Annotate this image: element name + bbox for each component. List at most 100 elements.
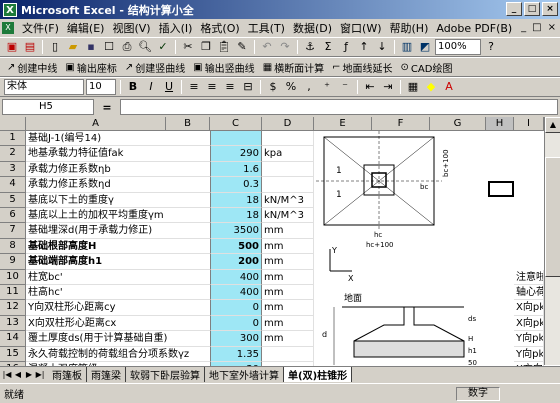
select-all-corner[interactable] [0, 117, 26, 131]
cell-d-unit[interactable] [262, 131, 314, 147]
cell-c-value[interactable]: 290 [210, 146, 262, 162]
chart-wizard-icon[interactable]: ▥ [399, 39, 415, 55]
cell-i-note[interactable]: 注意啦 [514, 269, 544, 285]
cell-c-value[interactable]: 1.35 [210, 346, 262, 362]
col-header-b[interactable]: B [166, 117, 210, 131]
cell-a[interactable]: 基底以下土的重度γ [26, 193, 210, 208]
col-header-i[interactable]: I [514, 117, 544, 131]
italic-button[interactable]: I [143, 79, 159, 95]
cell-d-unit[interactable]: mm [262, 285, 314, 301]
fill-color-icon[interactable]: ◆ [423, 79, 439, 95]
paste-icon[interactable]: 📋︎ [216, 39, 232, 55]
cross-section-button[interactable]: ▦ 横断面计算 [260, 60, 327, 75]
prev-sheet-icon[interactable]: ◀ [13, 370, 23, 379]
cell-a[interactable]: 基础埋深d(用于承载力修正) [26, 223, 210, 239]
undo-icon[interactable]: ↶ [259, 39, 275, 55]
cell-a[interactable]: 基础根部高度H [26, 239, 210, 255]
cell-d-unit[interactable] [262, 346, 314, 362]
create-centerline-button[interactable]: ↗ 创建中线 [4, 60, 60, 75]
cell-i-note[interactable]: Y向pkm [514, 331, 544, 347]
row-header[interactable]: 8 [0, 238, 26, 255]
cell-c-value[interactable] [210, 131, 262, 147]
cell-d-unit[interactable]: kN/M^3 [262, 208, 314, 224]
decrease-decimal-icon[interactable]: ⁻ [337, 79, 353, 95]
cell-d-unit[interactable]: mm [262, 315, 314, 332]
col-header-d[interactable]: D [262, 117, 314, 131]
worksheet-grid[interactable]: A B C D E F G H I 1 基础J-1(编号14) 2 地基承载力特征值f… [0, 117, 560, 372]
font-select[interactable]: 宋体 [4, 79, 84, 95]
vertical-scrollbar[interactable]: ▲ [544, 117, 560, 365]
sort-ascending-icon[interactable]: ↑ [356, 39, 372, 55]
menu-insert[interactable]: 插入(I) [159, 20, 193, 36]
next-sheet-icon[interactable]: ▶ [24, 370, 34, 379]
cell-a[interactable]: 永久荷载控制的荷载组合分项系数γz [26, 347, 210, 362]
menu-view[interactable]: 视图(V) [112, 20, 150, 36]
scroll-up-icon[interactable]: ▲ [545, 117, 560, 133]
formula-input[interactable] [120, 99, 558, 115]
document-icon[interactable]: X [2, 22, 14, 34]
row-header[interactable]: 12 [0, 300, 26, 316]
sheet-tab-canopy-slab[interactable]: 雨篷板 [48, 367, 87, 382]
pdf-email-icon[interactable]: ▤ [22, 39, 38, 55]
redo-icon[interactable]: ↷ [277, 39, 293, 55]
menu-adobe-pdf[interactable]: Adobe PDF(B) [436, 22, 512, 35]
cell-d-unit[interactable]: mm [262, 269, 314, 285]
row-header[interactable]: 15 [0, 346, 26, 362]
cell-d-unit[interactable] [262, 161, 314, 178]
row-header[interactable]: 1 [0, 131, 26, 147]
row-header[interactable]: 10 [0, 269, 26, 285]
bold-button[interactable]: B [125, 79, 141, 95]
cell-d-unit[interactable]: mm [262, 254, 314, 270]
cell-a[interactable]: 承载力修正系数ηb [26, 162, 210, 178]
col-header-h[interactable]: H [486, 117, 514, 131]
cell-d-unit[interactable]: mm [262, 331, 314, 347]
row-header[interactable]: 3 [0, 161, 26, 178]
row-header[interactable]: 6 [0, 208, 26, 224]
sheet-tab-canopy-beam[interactable]: 雨篷梁 [87, 367, 126, 382]
scroll-thumb[interactable] [545, 157, 560, 277]
cell-c-value[interactable]: 1.6 [210, 161, 262, 178]
align-left-icon[interactable]: ≡ [186, 79, 202, 95]
create-vcurve-button[interactable]: ↗ 创建竖曲线 [122, 60, 188, 75]
underline-button[interactable]: U [161, 79, 177, 95]
function-icon[interactable]: ƒ [338, 39, 354, 55]
permission-icon[interactable]: ☐ [101, 39, 117, 55]
cell-a[interactable]: 柱宽bc' [26, 270, 210, 285]
spelling-icon[interactable]: ✓ [155, 39, 171, 55]
format-painter-icon[interactable]: ✎ [234, 39, 250, 55]
align-right-icon[interactable]: ≡ [222, 79, 238, 95]
close-button[interactable]: × [542, 2, 558, 16]
last-sheet-icon[interactable]: ▶| [35, 370, 45, 379]
cell-c-value[interactable]: 0.3 [210, 177, 262, 193]
col-header-a[interactable]: A [26, 117, 166, 131]
borders-icon[interactable]: ▦ [405, 79, 421, 95]
minimize-button[interactable]: _ [506, 2, 522, 16]
cell-i-note[interactable]: X向pkm [514, 300, 544, 316]
sheet-tab-basement-wall[interactable]: 地下室外墙计算 [205, 367, 284, 382]
font-size-select[interactable]: 10 [86, 79, 116, 95]
row-header[interactable]: 13 [0, 315, 26, 332]
increase-indent-icon[interactable]: ⇥ [380, 79, 396, 95]
align-center-icon[interactable]: ≡ [204, 79, 220, 95]
col-header-f[interactable]: F [372, 117, 430, 131]
cell-a[interactable]: 地基承载力特征值fak [26, 146, 210, 162]
menu-tools[interactable]: 工具(T) [248, 20, 285, 36]
cell-a[interactable]: 覆土厚度ds(用于计算基础自重) [26, 331, 210, 347]
ground-line-button[interactable]: ⌐ 地面线延长 [329, 60, 395, 75]
menu-data[interactable]: 数据(D) [293, 20, 332, 36]
cell-a[interactable]: 基础端部高度h1 [26, 254, 210, 270]
sort-descending-icon[interactable]: ↓ [374, 39, 390, 55]
pdf-convert-icon[interactable]: ▣ [4, 39, 20, 55]
cell-d-unit[interactable]: mm [262, 223, 314, 239]
col-header-e[interactable]: E [314, 117, 372, 131]
cell-c-value[interactable]: 400 [210, 269, 262, 285]
row-header[interactable]: 2 [0, 146, 26, 162]
doc-minimize-button[interactable]: _ [521, 22, 526, 33]
menu-edit[interactable]: 编辑(E) [67, 20, 105, 36]
cell-c-value[interactable]: 0 [210, 315, 262, 332]
cell-i-note[interactable]: X向pkm [514, 315, 544, 332]
cell-i-note[interactable]: Y向pkm [514, 346, 544, 362]
cell-a[interactable]: 基底以上土的加权平均重度γm [26, 208, 210, 224]
sheet-tab-weak-layer[interactable]: 软弱下卧层验算 [126, 367, 205, 382]
row-header[interactable]: 9 [0, 254, 26, 270]
